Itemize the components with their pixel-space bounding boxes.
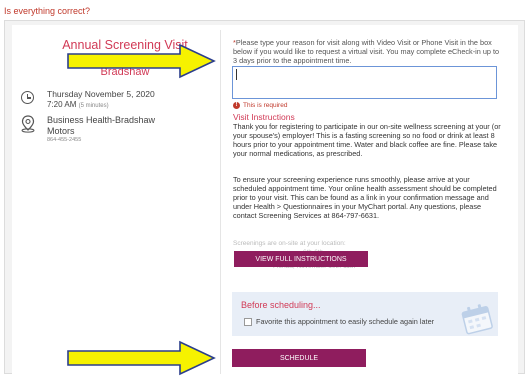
column-divider xyxy=(220,30,221,374)
location-name: Business Health-Bradshaw Motors xyxy=(47,115,156,136)
visit-instructions-paragraph-2: To ensure your screening experience runs… xyxy=(233,175,497,220)
favorite-checkbox[interactable] xyxy=(244,317,252,326)
before-scheduling-title: Before scheduling... xyxy=(241,300,321,310)
reason-instructions: *Please type your reason for visit along… xyxy=(233,38,503,65)
faded-line-1: Screenings are on-site at your location: xyxy=(233,240,346,247)
favorite-option[interactable]: Favorite this appointment to easily sche… xyxy=(244,317,434,326)
required-error-text: This is required xyxy=(243,102,288,110)
favorite-label: Favorite this appointment to easily sche… xyxy=(256,317,435,326)
reason-instructions-text: Please type your reason for visit along … xyxy=(233,38,500,65)
view-full-instructions-button[interactable]: VIEW FULL INSTRUCTIONS xyxy=(234,251,368,267)
yellow-arrow-icon xyxy=(67,340,216,376)
visit-instructions-title: Visit Instructions xyxy=(233,112,295,122)
appointment-time: 7:20 AM xyxy=(47,100,77,109)
appointment-date: Thursday November 5, 2020 xyxy=(47,89,155,99)
page-heading: Is everything correct? xyxy=(4,6,91,16)
appointment-time-row: 7:20 AM (5 minutes) xyxy=(47,100,109,109)
visit-instructions-paragraph-1: Thank you for registering to participate… xyxy=(233,122,501,158)
text-caret xyxy=(236,69,237,80)
location-pin-icon xyxy=(21,115,35,133)
clock-icon xyxy=(21,91,34,104)
reason-for-visit-input[interactable] xyxy=(232,66,497,99)
appointment-duration: (5 minutes) xyxy=(78,103,109,109)
calendar-icon xyxy=(461,304,493,335)
yellow-arrow-icon xyxy=(67,43,216,79)
error-icon: ! xyxy=(233,102,240,109)
before-scheduling-box: Before scheduling... Favorite this appoi… xyxy=(232,292,498,336)
location-phone: 864-455-2455 xyxy=(47,137,82,143)
schedule-button[interactable]: SCHEDULE xyxy=(232,349,366,367)
required-error: ! This is required xyxy=(233,102,287,109)
